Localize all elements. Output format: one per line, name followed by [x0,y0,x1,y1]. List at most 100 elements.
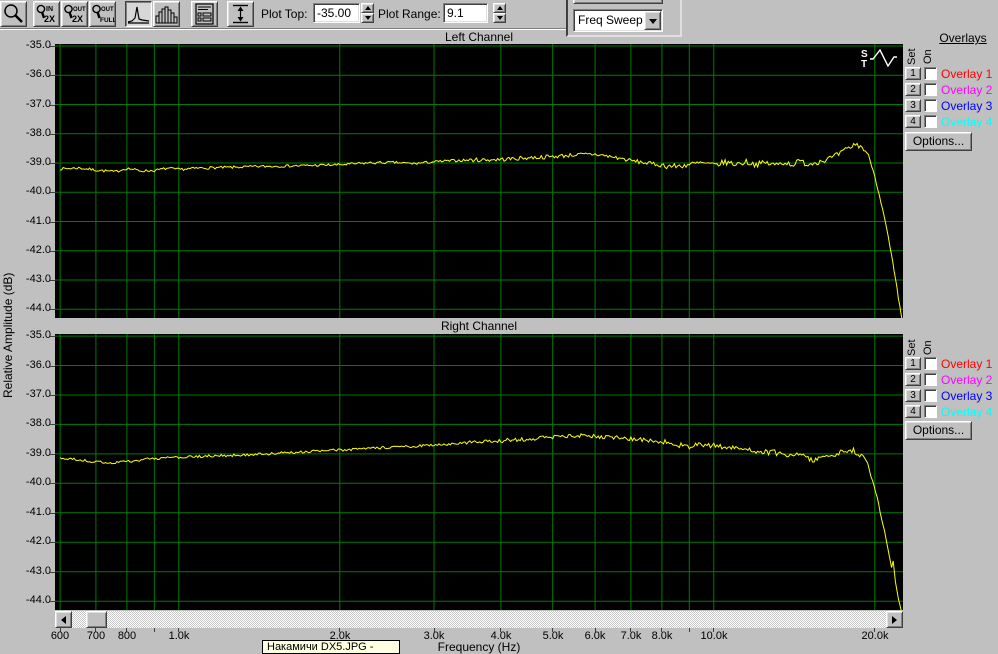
plot-top-spin-down-button[interactable] [361,13,374,23]
x-tick-label: 8.0k [640,630,684,642]
scroll-right-button[interactable] [886,611,903,628]
options-button-label: Options... [913,423,964,437]
overlay-set-button-4[interactable]: 4 [905,115,921,128]
plot-right-channel[interactable] [55,334,903,610]
bar-graph-icon [154,2,179,26]
y-tick-label: -40.0 [14,185,51,197]
zoom-out-full-icon: OUT FULL [90,2,115,26]
y-tick-label: -41.0 [14,215,51,227]
y-tick-mark [50,105,55,106]
y-tick-mark [50,513,55,514]
signal-mode-value: Freq Sweep [578,13,643,27]
y-tick-mark [50,366,55,367]
overlay-on-checkbox-1[interactable] [924,357,937,370]
overlay-label: Overlay 1 [941,67,992,81]
x-tick-label: 1.0k [157,630,201,642]
toolbar-control-partial[interactable] [573,0,663,4]
plot-range-spin-down-button[interactable] [493,13,506,23]
y-tick-mark [50,336,55,337]
overlay-on-checkbox-3[interactable] [924,99,937,112]
y-tick-label: -42.0 [14,244,51,256]
spin-up-icon [497,6,503,10]
plot-top-input[interactable] [313,3,360,23]
y-tick-label: -39.0 [14,156,51,168]
right-channel-title: Right Channel [55,319,903,333]
y-tick-mark [50,572,55,573]
y-tick-label: -37.0 [14,388,51,400]
plot-range-spin-up-button[interactable] [493,3,506,13]
svg-text:2X: 2X [44,14,55,24]
signal-mode-select[interactable]: Freq Sweep [573,9,663,32]
arrow-left-icon [61,616,66,624]
zoom-tool-button[interactable] [0,1,27,27]
y-tick-mark [50,280,55,281]
overlay-on-checkbox-1[interactable] [924,67,937,80]
overlay-set-button-3[interactable]: 3 [905,389,921,402]
overlays-title: Overlays [928,31,998,45]
y-tick-label: -36.0 [14,68,51,80]
y-tick-label: -35.0 [14,39,51,51]
y-tick-label: -43.0 [14,273,51,285]
overlay-on-checkbox-2[interactable] [924,83,937,96]
background-window-title[interactable]: Накамичи DX5.JPG - Paint [262,640,400,654]
peak-curve-icon [126,2,151,26]
y-tick-mark [50,309,55,310]
y-tick-label: -41.0 [14,506,51,518]
overlay-set-button-1[interactable]: 1 [905,67,921,80]
x-tick-label: 20.0k [853,630,897,642]
y-tick-label: -42.0 [14,535,51,547]
y-tick-label: -43.0 [14,565,51,577]
plot-top-label: Plot Top: [261,7,307,21]
plot-range-input[interactable] [443,3,488,23]
peak-curve-mode-button[interactable] [125,1,152,27]
overlays-set-column-label: Set [906,339,918,356]
x-tick-label: 3.0k [412,630,456,642]
zoom-out-full-button[interactable]: OUT FULL [89,1,116,27]
frequency-scrollbar[interactable] [55,611,903,628]
overlay-on-checkbox-2[interactable] [924,373,937,386]
overlay-set-button-2[interactable]: 2 [905,83,921,96]
svg-text:OUT: OUT [73,7,86,13]
zoom-in-2x-button[interactable]: IN 2X [33,1,60,27]
chevron-down-icon [649,19,657,24]
plot-top-spin-up-button[interactable] [361,3,374,13]
y-tick-label: -38.0 [14,417,51,429]
overlays-options-button[interactable]: Options... [905,132,972,151]
spin-down-icon [365,16,371,20]
y-tick-mark [50,192,55,193]
overlays-options-button[interactable]: Options... [905,421,972,440]
spin-up-icon [365,6,371,10]
plot-range-label: Plot Range: [378,7,441,21]
search-icon [1,2,26,26]
plot-left-channel[interactable]: ST [55,44,903,318]
settings-dialog-icon [192,2,217,26]
y-axis-title: Relative Amplitude (dB) [1,273,15,398]
overlay-set-button-2[interactable]: 2 [905,373,921,386]
vertical-range-button[interactable] [227,1,254,27]
scroll-left-button[interactable] [55,611,72,628]
arrow-right-icon [892,616,897,624]
y-tick-mark [50,454,55,455]
scrollbar-thumb[interactable] [86,611,107,628]
zoom-out-2x-button[interactable]: OUT 2X [61,1,88,27]
overlay-label: Overlay 3 [941,389,992,403]
bar-spectrum-mode-button[interactable] [153,1,180,27]
overlay-set-button-1[interactable]: 1 [905,357,921,370]
y-tick-label: -38.0 [14,127,51,139]
y-tick-mark [50,222,55,223]
x-tick-label: 800 [105,630,149,642]
overlay-on-checkbox-3[interactable] [924,389,937,402]
overlays-set-column-label: Set [906,48,918,65]
overlay-on-checkbox-4[interactable] [924,115,937,128]
svg-text:FULL: FULL [100,17,115,24]
svg-text:T: T [861,59,867,70]
left-channel-title: Left Channel [55,30,903,44]
overlay-label: Overlay 2 [941,83,992,97]
combo-dropdown-button[interactable] [644,11,661,30]
overlay-on-checkbox-4[interactable] [924,405,937,418]
overlay-label: Overlay 1 [941,357,992,371]
display-options-button[interactable] [191,1,218,27]
overlay-set-button-4[interactable]: 4 [905,405,921,418]
x-axis-title: Frequency (Hz) [55,640,903,654]
overlay-set-button-3[interactable]: 3 [905,99,921,112]
